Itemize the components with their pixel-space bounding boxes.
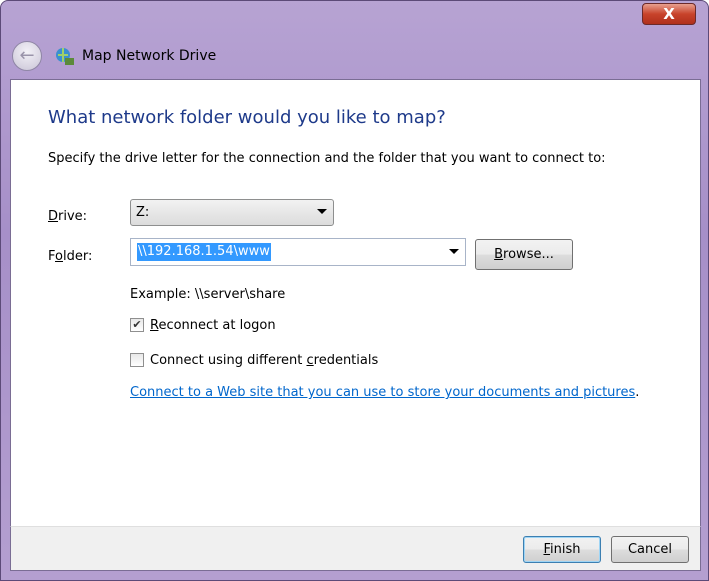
drive-select[interactable]: Z:	[130, 199, 334, 226]
credentials-label[interactable]: Connect using different credentials	[150, 353, 378, 368]
chevron-down-icon	[317, 209, 327, 214]
reconnect-checkbox[interactable]: ✔	[130, 318, 144, 332]
drive-label: Drive:	[48, 209, 88, 224]
folder-input-value: \\192.168.1.54\www	[137, 243, 271, 261]
chevron-down-icon[interactable]	[449, 249, 459, 254]
close-button[interactable]: X	[642, 3, 696, 25]
drive-select-value: Z:	[136, 205, 150, 220]
reconnect-label[interactable]: Reconnect at logon	[150, 318, 276, 333]
network-drive-icon	[56, 48, 74, 65]
window-frame: X ← Map Network Drive What network folde…	[0, 0, 709, 581]
page-heading: What network folder would you like to ma…	[48, 107, 446, 128]
finish-button[interactable]: Finish	[523, 536, 601, 563]
browse-button[interactable]: Browse...	[475, 239, 573, 270]
back-button[interactable]: ←	[12, 41, 42, 71]
folder-label: Folder:	[48, 249, 93, 264]
cancel-button[interactable]: Cancel	[611, 536, 689, 563]
folder-input[interactable]: \\192.168.1.54\www	[130, 238, 466, 266]
web-site-link-row: Connect to a Web site that you can use t…	[130, 385, 639, 400]
link-suffix: .	[635, 385, 640, 400]
instructions-text: Specify the drive letter for the connect…	[48, 151, 606, 166]
window-title: Map Network Drive	[82, 48, 217, 64]
back-arrow-icon: ←	[19, 45, 35, 66]
web-site-link[interactable]: Connect to a Web site that you can use t…	[130, 385, 635, 400]
dialog-content	[10, 79, 701, 526]
credentials-checkbox[interactable]	[130, 353, 144, 367]
example-text: Example: \\server\share	[130, 287, 286, 302]
